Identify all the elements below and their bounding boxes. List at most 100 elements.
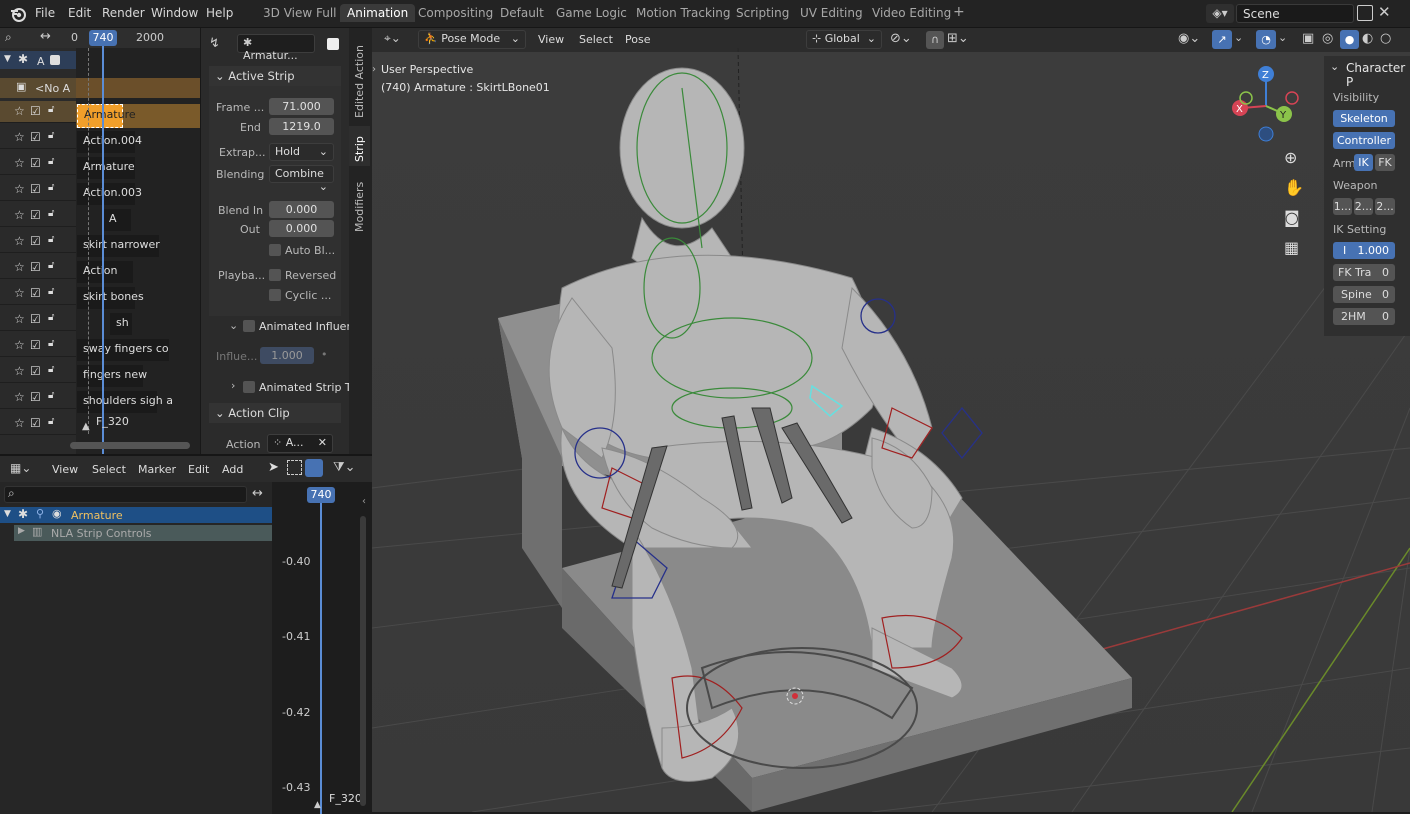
- cyclic-checkbox[interactable]: [269, 289, 281, 301]
- ortho-grid-icon[interactable]: ▦: [1284, 238, 1299, 257]
- frame-end-field[interactable]: 1219.0: [269, 118, 334, 135]
- mute-checkbox-icon[interactable]: ☑: [30, 312, 41, 326]
- graph-menu-add[interactable]: Add: [222, 463, 243, 476]
- lock-icon[interactable]: 🔓︎: [48, 286, 54, 297]
- zoom-icon[interactable]: ⊕: [1284, 148, 1297, 167]
- lock-icon[interactable]: 🔓︎: [48, 312, 54, 323]
- lock-icon[interactable]: 🔓︎: [48, 208, 54, 219]
- weapon-button-2[interactable]: 2...: [1354, 198, 1373, 215]
- controller-toggle[interactable]: Controller: [1333, 132, 1395, 149]
- lock-icon[interactable]: 🔓︎: [48, 416, 54, 427]
- viewport-3d[interactable]: ⌖⌄ ⛹ Pose Mode ⌄ View Select Pose ⊹ Globa…: [372, 28, 1410, 812]
- lock-icon[interactable]: 🔓︎: [48, 338, 54, 349]
- graph-vertical-scrollbar[interactable]: [360, 516, 366, 806]
- circle-select-icon[interactable]: [305, 459, 323, 477]
- mute-checkbox-icon[interactable]: ☑: [30, 390, 41, 404]
- mute-checkbox-icon[interactable]: ☑: [30, 416, 41, 430]
- overlay-dropdown-icon[interactable]: ⌄: [1278, 31, 1287, 44]
- graph-marker-icon[interactable]: ▲: [314, 800, 321, 810]
- tab-modifiers[interactable]: Modifiers: [353, 176, 366, 232]
- tab-game-logic[interactable]: Game Logic: [556, 6, 627, 20]
- tab-animation[interactable]: Animation: [340, 4, 416, 22]
- solo-star-icon[interactable]: ☆: [14, 208, 25, 222]
- viewport-menu-pose[interactable]: Pose: [625, 33, 650, 46]
- menu-file[interactable]: File: [35, 6, 55, 20]
- lock-icon[interactable]: 🔓︎: [48, 364, 54, 375]
- visibility-icon[interactable]: ◉⌄: [1178, 31, 1200, 46]
- strip-enabled-checkbox[interactable]: [327, 38, 339, 50]
- nla-strip[interactable]: Action: [77, 261, 133, 283]
- sidebar-toggle-icon[interactable]: ‹: [362, 496, 366, 507]
- nla-marker-icon[interactable]: ▲: [82, 421, 90, 432]
- solo-star-icon[interactable]: ☆: [14, 234, 25, 248]
- tab-default[interactable]: Default: [500, 6, 544, 20]
- graph-current-frame[interactable]: 740: [307, 487, 335, 503]
- solo-star-icon[interactable]: ☆: [14, 338, 25, 352]
- orientation-select[interactable]: ⊹ Global ⌄: [806, 30, 882, 49]
- solo-star-icon[interactable]: ☆: [14, 182, 25, 196]
- reversed-checkbox[interactable]: [269, 269, 281, 281]
- scene-name-field[interactable]: Scene: [1236, 4, 1354, 23]
- solo-star-icon[interactable]: ☆: [14, 364, 25, 378]
- add-workspace-icon[interactable]: +: [953, 4, 965, 20]
- xray-icon[interactable]: ▣: [1302, 31, 1314, 46]
- blend-in-field[interactable]: 0.000: [269, 201, 334, 218]
- nla-current-frame[interactable]: 740: [89, 30, 117, 46]
- nla-object-checkbox[interactable]: [50, 55, 60, 65]
- toolbar-toggle-icon[interactable]: ›: [372, 64, 376, 75]
- camera-icon[interactable]: ◙: [1284, 208, 1300, 227]
- gizmo-toggle-icon[interactable]: ↗: [1212, 30, 1232, 49]
- graph-menu-marker[interactable]: Marker: [138, 463, 176, 476]
- menu-edit[interactable]: Edit: [68, 6, 91, 20]
- skeleton-toggle[interactable]: Skeleton: [1333, 110, 1395, 127]
- arm-ik-button[interactable]: IK: [1354, 154, 1373, 171]
- nla-strip[interactable]: shoulders sigh a: [77, 391, 173, 413]
- mute-checkbox-icon[interactable]: ☑: [30, 338, 41, 352]
- search-icon[interactable]: ⌕: [5, 30, 12, 45]
- mute-checkbox-icon[interactable]: ☑: [30, 156, 41, 170]
- eye-icon[interactable]: ◉: [52, 507, 62, 520]
- mute-checkbox-icon[interactable]: ☑: [30, 364, 41, 378]
- viewport-menu-select[interactable]: Select: [579, 33, 613, 46]
- lock-icon[interactable]: 🔓︎: [48, 390, 54, 401]
- pivot-icon[interactable]: ⊘⌄: [890, 31, 912, 46]
- tab-scripting[interactable]: Scripting: [736, 6, 789, 20]
- nla-horizontal-scrollbar[interactable]: [70, 442, 190, 449]
- navigation-gizmo[interactable]: Z X Y: [1228, 64, 1308, 144]
- expand-arrow-icon[interactable]: ▼: [4, 509, 11, 519]
- tab-compositing[interactable]: Compositing: [418, 6, 493, 20]
- auto-blend-checkbox[interactable]: [269, 244, 281, 256]
- nla-strip[interactable]: Action.004: [77, 131, 142, 153]
- frame-start-field[interactable]: 71.000: [269, 98, 334, 115]
- nla-strip[interactable]: skirt bones: [77, 287, 144, 309]
- menu-render[interactable]: Render: [102, 6, 145, 20]
- solo-star-icon[interactable]: ☆: [14, 104, 25, 118]
- box-select-icon[interactable]: [287, 460, 302, 475]
- solo-star-icon[interactable]: ☆: [14, 416, 25, 430]
- snap-target-icon[interactable]: ⊞⌄: [947, 31, 969, 46]
- lock-icon[interactable]: 🔓︎: [48, 104, 54, 115]
- tab-motion-tracking[interactable]: Motion Tracking: [636, 6, 730, 20]
- keyframe-dot-icon[interactable]: •: [321, 348, 328, 361]
- tab-video-editing[interactable]: Video Editing: [872, 6, 951, 20]
- nla-strip[interactable]: fingers new: [77, 365, 147, 387]
- graph-menu-edit[interactable]: Edit: [188, 463, 209, 476]
- resize-arrows-icon[interactable]: ↔: [252, 486, 263, 501]
- arm-fk-button[interactable]: FK: [1375, 154, 1395, 171]
- scene-selector-icon[interactable]: ◈▾: [1206, 4, 1234, 23]
- lock-icon[interactable]: 🔓︎: [48, 156, 54, 167]
- graph-menu-select[interactable]: Select: [92, 463, 126, 476]
- blender-logo-icon[interactable]: [9, 5, 27, 23]
- extrapolation-select[interactable]: Hold ⌄: [269, 143, 334, 161]
- solo-star-icon[interactable]: ☆: [14, 286, 25, 300]
- solo-star-icon[interactable]: ☆: [14, 312, 25, 326]
- overlay-toggle-icon[interactable]: ◔: [1256, 30, 1276, 49]
- menu-help[interactable]: Help: [206, 6, 233, 20]
- expand-icon[interactable]: ▶: [18, 526, 25, 536]
- graph-search-input[interactable]: [4, 486, 247, 503]
- pin-icon[interactable]: ⚲: [36, 507, 44, 520]
- snap-icon[interactable]: ∩: [926, 31, 944, 49]
- mute-checkbox-icon[interactable]: ☑: [30, 104, 41, 118]
- nla-strip[interactable]: Armature: [77, 104, 136, 128]
- nla-strip[interactable]: skirt narrower: [77, 235, 160, 257]
